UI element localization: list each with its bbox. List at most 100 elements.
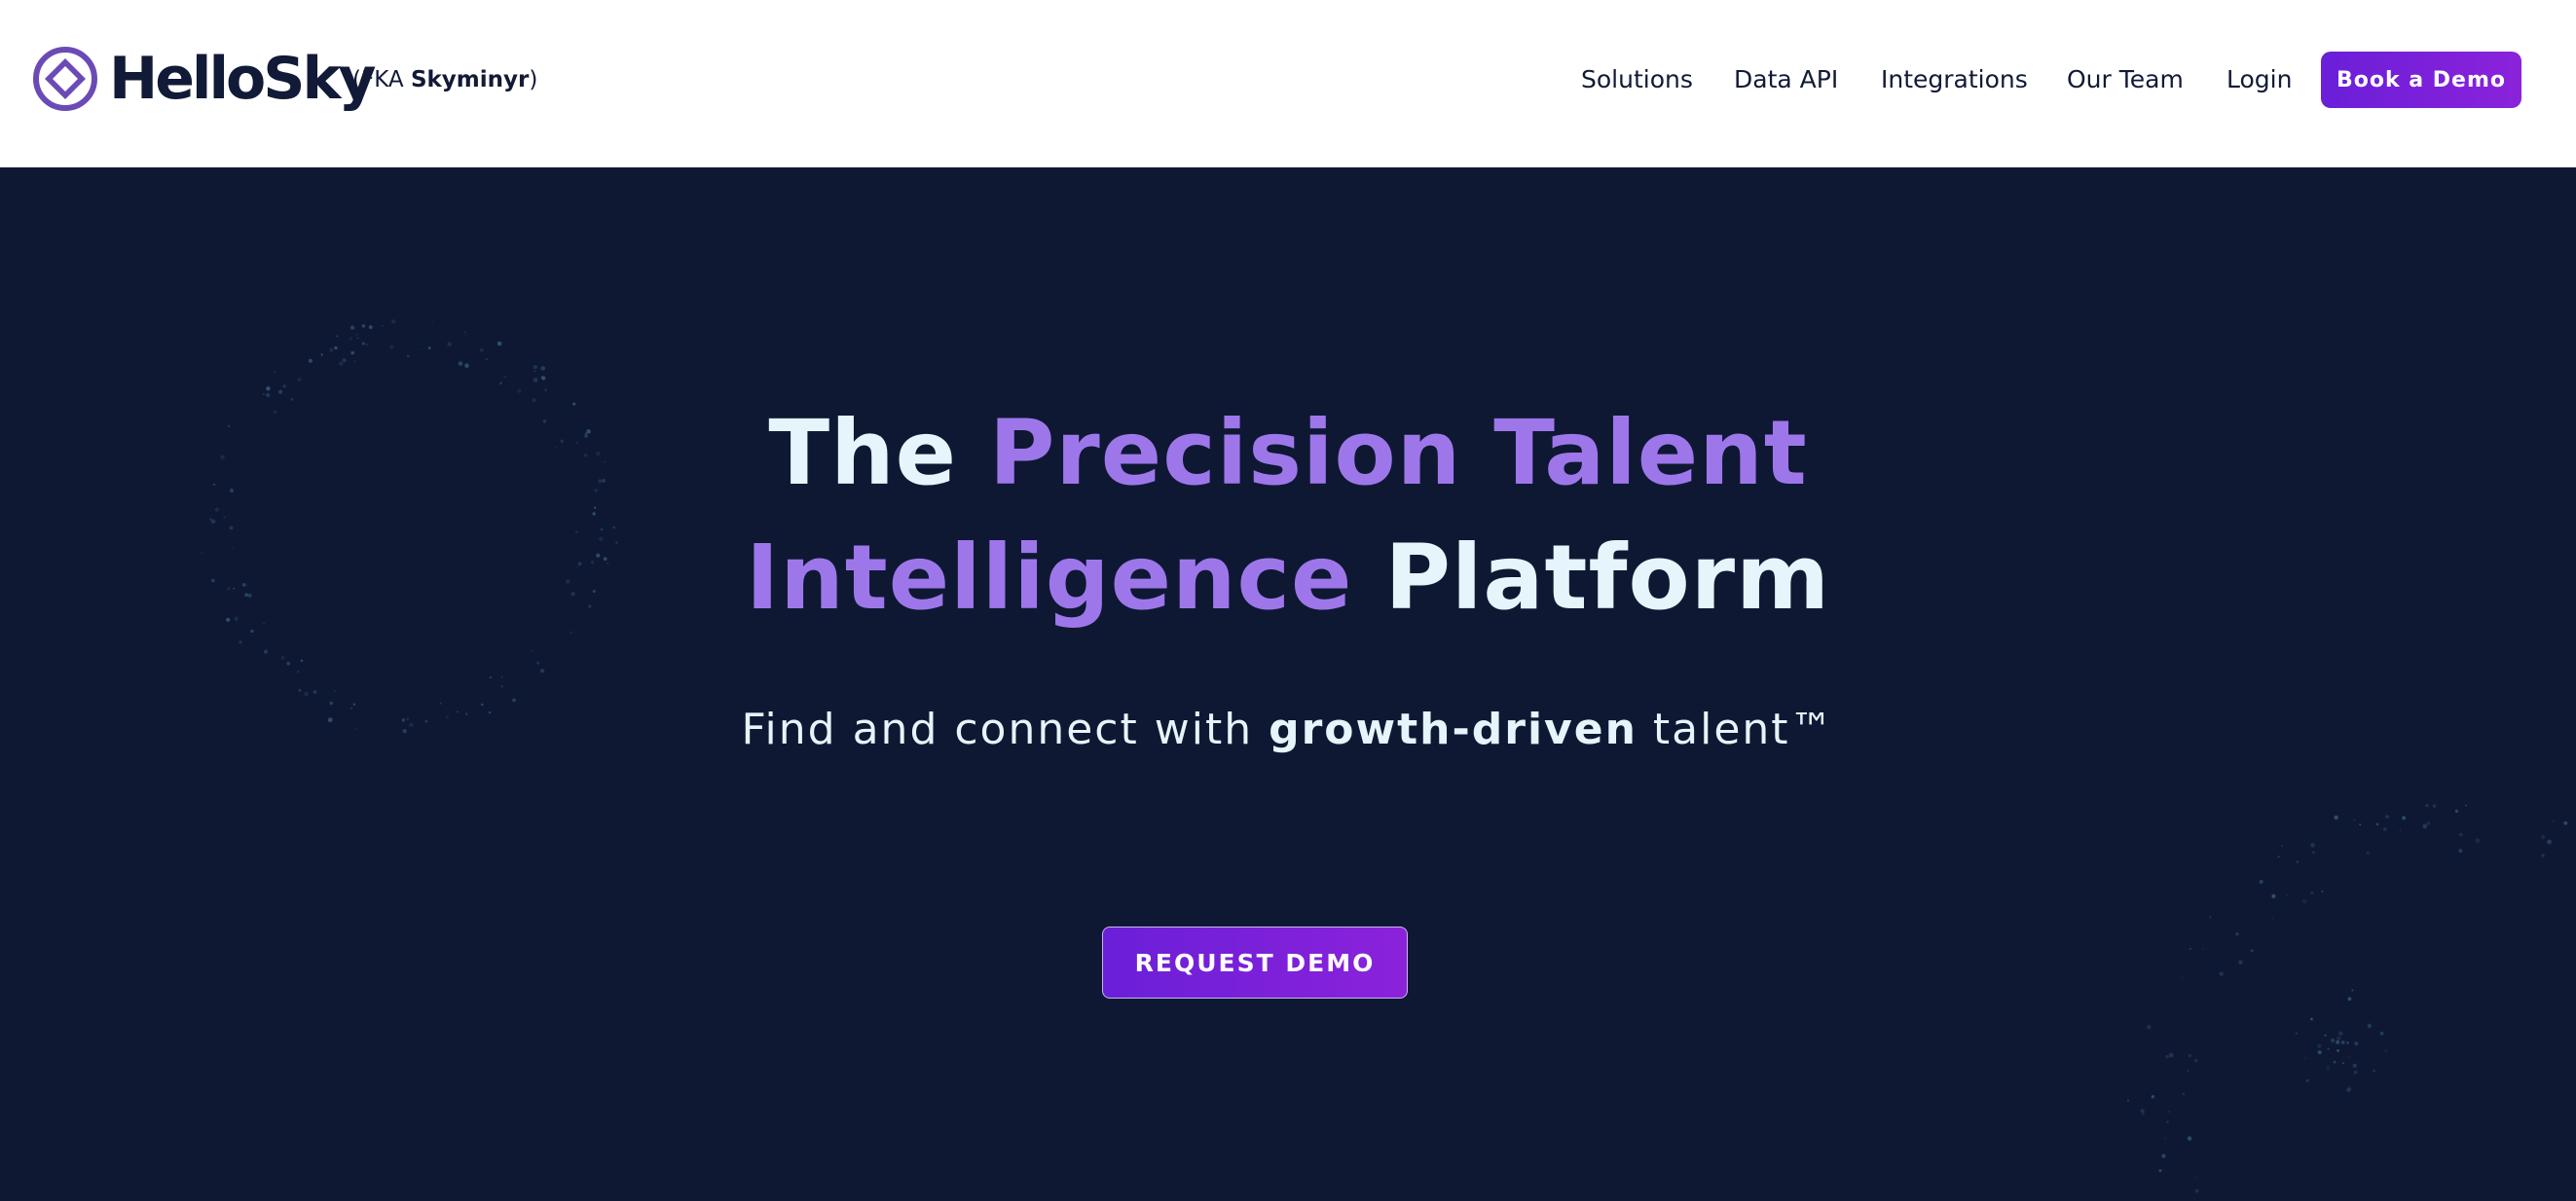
particle-dot <box>274 371 276 373</box>
particle-dot <box>2201 948 2204 950</box>
particle-dot <box>2342 1062 2344 1065</box>
particle-dot <box>304 691 309 697</box>
particle-dot <box>2338 1031 2343 1037</box>
particle-dot <box>539 669 545 673</box>
particle-dot <box>350 325 355 330</box>
particle-dot <box>431 321 434 324</box>
particle-dot <box>334 346 338 350</box>
particle-dot <box>2189 947 2191 950</box>
brand-logo[interactable]: HelloSky <box>33 43 376 115</box>
particle-dot <box>2563 820 2568 825</box>
particle-dot <box>2194 1176 2197 1179</box>
headline-part2: Platform <box>1352 526 1830 630</box>
particle-dot <box>2302 898 2307 904</box>
particle-dot <box>2353 819 2356 821</box>
particle-dot <box>2188 1054 2191 1058</box>
particle-dot <box>356 337 359 340</box>
particle-dot <box>540 366 546 371</box>
particle-dot <box>2219 971 2224 976</box>
particle-dot <box>2271 917 2274 919</box>
headline-highlight2: Intelligence <box>746 526 1353 630</box>
particle-dot <box>334 690 337 692</box>
particle-dot <box>533 378 538 382</box>
particle-dot <box>2127 1099 2129 1102</box>
particle-dot <box>2547 839 2553 845</box>
particle-dot <box>389 345 394 349</box>
particle-dot <box>2553 820 2555 822</box>
particle-dot <box>2181 976 2184 979</box>
particle-dot <box>2336 1039 2340 1044</box>
site-header: HelloSky (FKA Skyminyr) Solutions Data A… <box>0 0 2576 167</box>
hero-section: The Precision Talent Intelligence Platfo… <box>0 167 2576 1201</box>
particle-dot <box>2346 1041 2349 1044</box>
request-demo-button[interactable]: REQUEST DEMO <box>1102 927 1408 999</box>
particle-dot <box>2541 854 2545 857</box>
particle-dot <box>391 319 396 324</box>
particle-dot <box>2367 1023 2372 1029</box>
particle-dot <box>264 649 268 654</box>
particle-dot <box>2187 1070 2190 1072</box>
particle-dot <box>489 675 493 679</box>
particle-dot <box>533 369 536 373</box>
particle-dot <box>342 358 347 363</box>
particle-dot <box>2235 932 2239 936</box>
particle-dot <box>329 347 334 352</box>
particle-dot <box>297 671 300 673</box>
particle-dot <box>355 334 358 336</box>
particle-dot <box>313 690 317 694</box>
particle-dot <box>2168 1053 2174 1058</box>
particle-dot <box>2259 879 2263 885</box>
particle-dot <box>2347 997 2352 1001</box>
particle-dot <box>2168 1110 2171 1113</box>
particle-dot <box>2286 894 2289 896</box>
nav-integrations[interactable]: Integrations <box>1881 61 2028 98</box>
nav-login[interactable]: Login <box>2226 61 2292 98</box>
particle-dot <box>2330 1037 2336 1043</box>
particle-dot <box>2208 915 2212 919</box>
particle-dot <box>286 661 291 666</box>
particle-dot <box>533 365 537 370</box>
fka-name: Skyminyr <box>410 67 530 92</box>
particle-dot <box>485 358 488 361</box>
particle-dot <box>2305 1078 2309 1082</box>
particle-dot <box>339 361 344 366</box>
particle-dot <box>365 343 368 346</box>
particle-dot <box>2304 1057 2306 1059</box>
particle-dot <box>2140 1109 2145 1113</box>
particle-dot <box>349 337 353 341</box>
particle-dot <box>282 384 286 388</box>
particle-dot <box>300 659 304 663</box>
particle-dot <box>2337 1049 2339 1052</box>
particle-dot <box>353 360 356 363</box>
subhead-part2: talent™ <box>1637 705 1835 754</box>
book-demo-button[interactable]: Book a Demo <box>2321 52 2521 108</box>
particle-dot <box>500 675 503 678</box>
subhead-part1: Find and connect with <box>741 705 1270 754</box>
brand-name: HelloSky <box>109 45 376 113</box>
particle-dot <box>2348 1056 2350 1059</box>
particle-dot <box>2340 1040 2345 1044</box>
particle-dot <box>2310 891 2314 895</box>
particle-dot <box>2194 1188 2199 1193</box>
nav-solutions[interactable]: Solutions <box>1581 61 1693 98</box>
particle-dot <box>2458 849 2463 854</box>
nav-our-team[interactable]: Our Team <box>2067 61 2184 98</box>
particle-dot <box>2251 949 2254 953</box>
particle-dot <box>2425 804 2429 808</box>
particle-dot <box>2351 989 2354 992</box>
particle-dot <box>2146 1025 2152 1030</box>
particle-dot <box>2317 1050 2322 1055</box>
particle-dot <box>531 649 533 652</box>
nav-data-api[interactable]: Data API <box>1734 61 1838 98</box>
particle-dot <box>464 331 466 334</box>
particle-dot <box>2352 1063 2357 1069</box>
particle-dot <box>280 655 285 661</box>
particle-dot <box>458 361 463 366</box>
particle-dot <box>2422 823 2428 829</box>
subhead-bold: growth-driven <box>1269 705 1638 754</box>
fka-prefix: (FKA <box>352 67 411 92</box>
particle-dot <box>2458 832 2463 837</box>
particle-dot <box>2384 1049 2388 1053</box>
particle-dot <box>2383 827 2387 831</box>
particle-dot <box>2317 1043 2322 1048</box>
